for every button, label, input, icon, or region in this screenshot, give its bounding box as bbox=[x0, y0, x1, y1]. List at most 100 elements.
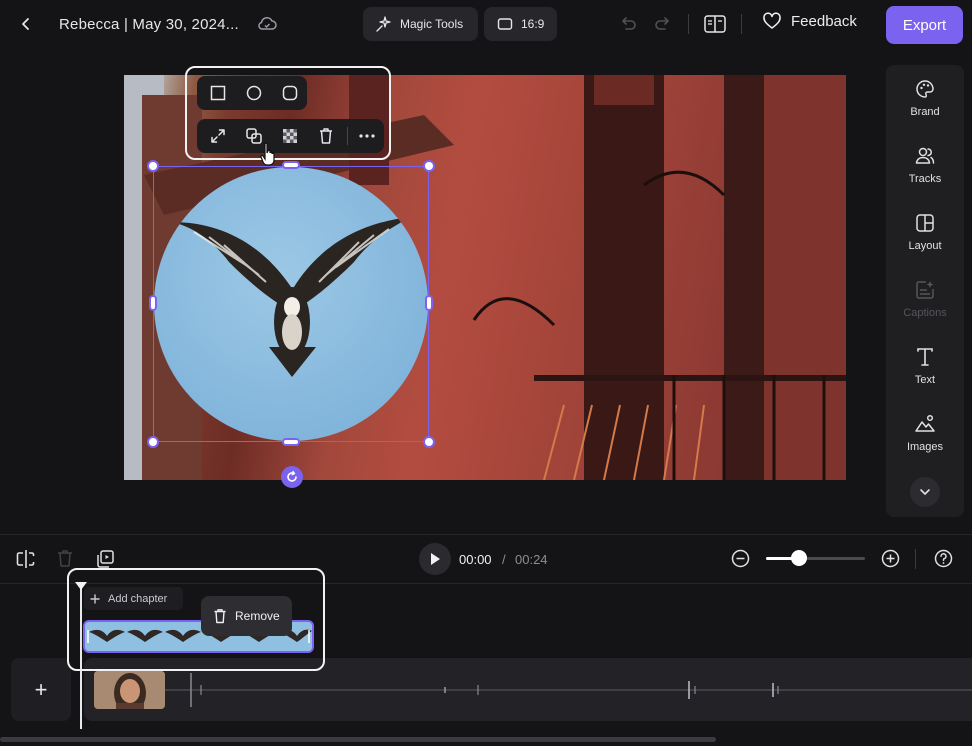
toggle-panels-button[interactable] bbox=[703, 13, 727, 35]
plus-icon bbox=[90, 593, 100, 604]
cloud-sync-icon[interactable] bbox=[256, 13, 278, 35]
undo-button[interactable] bbox=[617, 13, 639, 35]
panel-text-button[interactable]: Text bbox=[886, 346, 964, 386]
split-button[interactable] bbox=[15, 548, 37, 575]
add-chapter-button[interactable]: Add chapter bbox=[84, 587, 183, 610]
redo-button[interactable] bbox=[652, 13, 674, 35]
panels-icon bbox=[704, 15, 726, 33]
resize-handle-top[interactable] bbox=[282, 161, 300, 169]
square-mask-button[interactable] bbox=[203, 78, 233, 108]
panel-brand-button[interactable]: Brand bbox=[886, 78, 964, 118]
resize-handle-right[interactable] bbox=[425, 295, 433, 311]
panel-captions-button[interactable]: Captions bbox=[886, 279, 964, 319]
expand-icon bbox=[211, 129, 225, 143]
heart-icon bbox=[763, 12, 781, 29]
panel-more-button[interactable] bbox=[910, 477, 940, 507]
resize-handle-top-left[interactable] bbox=[147, 160, 159, 172]
images-icon bbox=[915, 414, 935, 432]
total-duration: 00:24 bbox=[515, 552, 548, 567]
captions-icon bbox=[916, 281, 934, 299]
aspect-ratio-icon bbox=[497, 18, 513, 30]
toolbar-divider bbox=[741, 14, 742, 34]
undo-icon bbox=[622, 17, 636, 30]
timeline-scrollbar[interactable] bbox=[0, 737, 716, 742]
transparency-button[interactable] bbox=[275, 121, 305, 151]
circle-mask-button[interactable] bbox=[239, 78, 269, 108]
panel-images-label: Images bbox=[906, 441, 944, 453]
time-separator: / bbox=[502, 552, 506, 567]
shape-mask-toolbar bbox=[197, 76, 307, 110]
right-side-panel: Brand Tracks Layout Captions Text Images bbox=[886, 65, 964, 517]
playhead-marker-icon[interactable] bbox=[74, 581, 88, 591]
text-icon bbox=[917, 348, 933, 366]
current-time: 00:00 bbox=[459, 552, 492, 567]
more-icon bbox=[359, 134, 375, 138]
fit-button[interactable] bbox=[203, 121, 233, 151]
rotate-icon bbox=[287, 470, 297, 482]
layout-icon bbox=[916, 214, 934, 232]
back-button[interactable] bbox=[14, 12, 38, 36]
panel-text-label: Text bbox=[914, 374, 936, 386]
panel-tracks-button[interactable]: Tracks bbox=[886, 145, 964, 185]
magic-tools-label: Magic Tools bbox=[400, 17, 464, 31]
resize-handle-bottom-left[interactable] bbox=[147, 436, 159, 448]
help-icon bbox=[934, 549, 953, 568]
project-title[interactable]: Rebecca | May 30, 2024... bbox=[59, 16, 239, 33]
zoom-slider-knob[interactable] bbox=[790, 550, 807, 566]
selection-bounding-box bbox=[153, 166, 429, 442]
layer-actions-toolbar bbox=[197, 119, 384, 153]
resize-handle-bottom-right[interactable] bbox=[423, 436, 435, 448]
circle-icon bbox=[246, 85, 262, 101]
transparency-icon bbox=[283, 129, 297, 143]
zoom-in-button[interactable] bbox=[881, 549, 900, 573]
toolbar-divider bbox=[688, 14, 689, 34]
panel-layout-label: Layout bbox=[908, 240, 942, 252]
trash-icon bbox=[58, 550, 72, 567]
add-track-button[interactable]: + bbox=[11, 658, 71, 721]
palette-icon bbox=[916, 80, 934, 98]
resize-handle-top-right[interactable] bbox=[423, 160, 435, 172]
aspect-ratio-button[interactable]: 16:9 bbox=[484, 7, 557, 41]
resize-handle-bottom[interactable] bbox=[282, 438, 300, 446]
playhead-line[interactable] bbox=[80, 586, 82, 729]
help-button[interactable] bbox=[934, 549, 953, 573]
users-icon bbox=[915, 147, 935, 164]
rounded-mask-button[interactable] bbox=[275, 78, 305, 108]
remove-label: Remove bbox=[235, 609, 280, 623]
add-chapter-label: Add chapter bbox=[108, 592, 168, 605]
top-bar: Rebecca | May 30, 2024... Magic Tools 16… bbox=[0, 0, 972, 50]
zoom-out-button[interactable] bbox=[731, 549, 750, 573]
magic-tools-button[interactable]: Magic Tools bbox=[363, 7, 478, 41]
panel-tracks-label: Tracks bbox=[908, 173, 942, 185]
feedback-button[interactable]: Feedback bbox=[762, 12, 857, 30]
hand-cursor-icon bbox=[260, 142, 275, 166]
feedback-label: Feedback bbox=[791, 12, 857, 30]
more-options-button[interactable] bbox=[352, 121, 382, 151]
panel-layout-button[interactable]: Layout bbox=[886, 212, 964, 252]
play-icon bbox=[431, 553, 440, 565]
rotate-handle[interactable] bbox=[281, 466, 303, 488]
duplicate-clip-icon bbox=[97, 550, 114, 568]
remove-clip-button[interactable]: Remove bbox=[201, 596, 292, 636]
panel-images-button[interactable]: Images bbox=[886, 413, 964, 453]
play-button[interactable] bbox=[419, 543, 451, 575]
zoom-slider-track[interactable] bbox=[766, 557, 865, 560]
person-thumbnail-image bbox=[94, 671, 165, 709]
aspect-ratio-label: 16:9 bbox=[521, 17, 545, 31]
resize-handle-left[interactable] bbox=[149, 295, 157, 311]
zoom-out-icon bbox=[731, 549, 750, 568]
audio-waveform bbox=[165, 673, 972, 707]
chevron-left-icon bbox=[22, 18, 29, 30]
video-clip-thumbnail[interactable] bbox=[94, 671, 165, 709]
trash-icon bbox=[320, 128, 332, 144]
redo-icon bbox=[655, 17, 669, 30]
export-button[interactable]: Export bbox=[886, 6, 963, 44]
split-icon bbox=[16, 550, 35, 568]
controls-divider bbox=[915, 549, 916, 569]
toolbar-divider bbox=[347, 127, 348, 145]
square-icon bbox=[210, 85, 226, 101]
sparkle-icon bbox=[376, 16, 391, 32]
delete-layer-button[interactable] bbox=[311, 121, 341, 151]
trash-icon bbox=[214, 609, 226, 624]
rounded-square-icon bbox=[282, 85, 298, 101]
